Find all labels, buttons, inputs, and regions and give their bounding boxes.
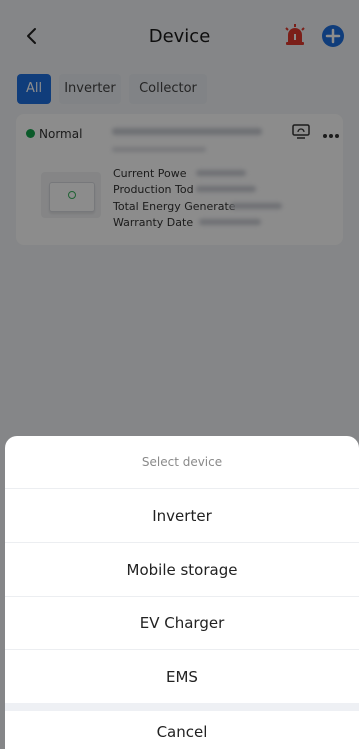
- select-device-sheet: Select device Inverter Mobile storage EV…: [5, 436, 359, 749]
- divider: [5, 488, 359, 489]
- sheet-title: Select device: [141, 455, 223, 469]
- cancel-button[interactable]: Cancel: [5, 719, 359, 749]
- option-ems[interactable]: EMS: [5, 651, 359, 703]
- divider: [5, 649, 359, 650]
- section-gap: [5, 703, 359, 711]
- option-mobile-storage[interactable]: Mobile storage: [5, 544, 359, 596]
- option-inverter[interactable]: Inverter: [5, 490, 359, 542]
- divider: [5, 542, 359, 543]
- option-ev-charger[interactable]: EV Charger: [5, 597, 359, 649]
